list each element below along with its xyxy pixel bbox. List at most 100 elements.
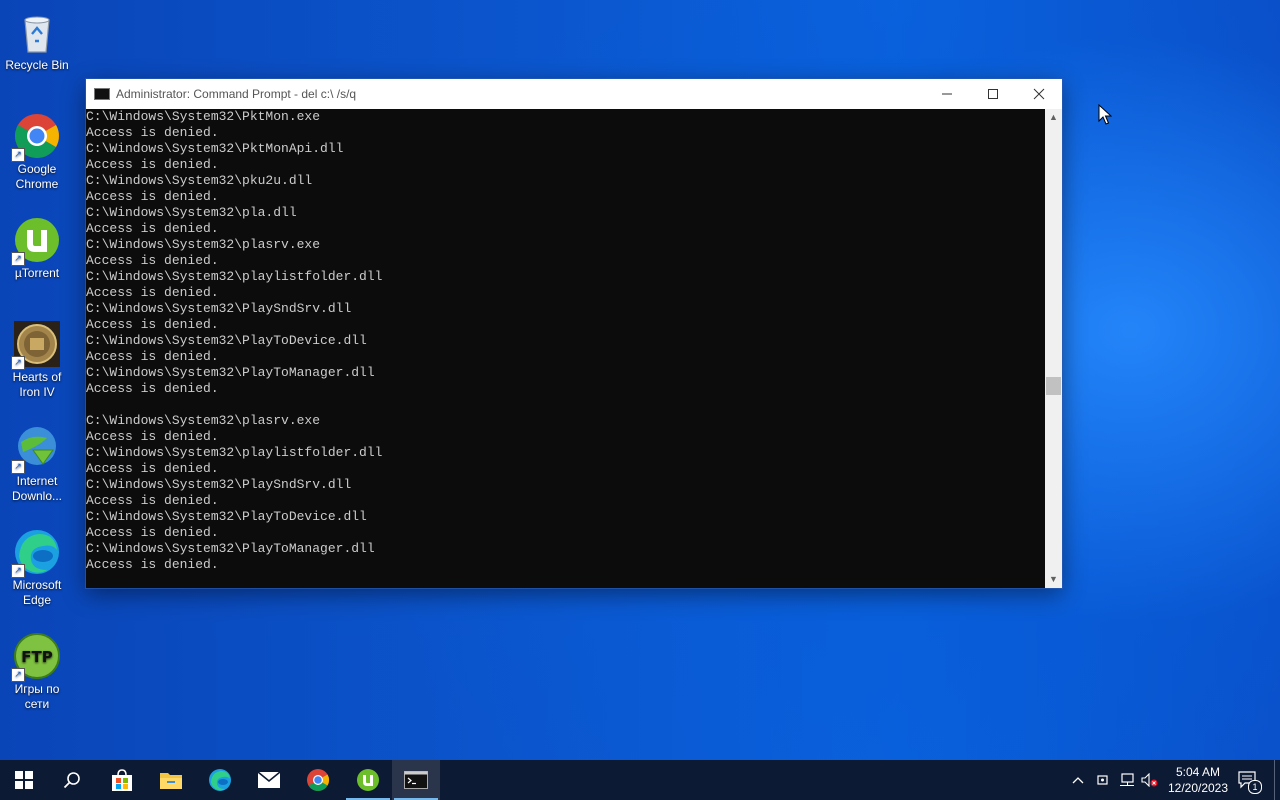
- search-button[interactable]: [48, 760, 96, 800]
- close-icon: [1033, 88, 1045, 100]
- utorrent-icon: [357, 769, 379, 791]
- console-line: C:\Windows\System32\PktMonApi.dll: [86, 141, 344, 156]
- console-line: C:\Windows\System32\plasrv.exe: [86, 413, 321, 428]
- edge-icon: ↗: [11, 528, 61, 578]
- google-chrome-shortcut[interactable]: ↗ Google Chrome: [2, 112, 72, 192]
- action-center-button[interactable]: 1: [1236, 760, 1262, 800]
- shortcut-arrow-icon: ↗: [11, 148, 25, 162]
- ftp-icon: FTP ↗: [11, 632, 61, 682]
- utorrent-shortcut[interactable]: ↗ µTorrent: [2, 216, 72, 281]
- scroll-up-arrow-icon[interactable]: ▲: [1045, 109, 1062, 126]
- taskbar-utorrent[interactable]: [344, 760, 392, 800]
- internet-download-manager-shortcut[interactable]: ↗ Internet Downlo...: [2, 424, 72, 504]
- shortcut-arrow-icon: ↗: [11, 564, 25, 578]
- minimize-button[interactable]: [924, 79, 970, 109]
- mail-icon: [257, 771, 281, 788]
- clock-time: 5:04 AM: [1175, 765, 1221, 779]
- taskbar-chrome[interactable]: [294, 760, 342, 800]
- taskbar-clock[interactable]: 5:04 AM 12/20/2023: [1160, 764, 1236, 796]
- maximize-icon: [988, 89, 998, 99]
- minimize-icon: [942, 93, 952, 95]
- file-explorer-icon: [160, 773, 182, 789]
- show-desktop-button[interactable]: [1274, 760, 1275, 800]
- close-button[interactable]: [1016, 79, 1062, 109]
- taskbar-edge[interactable]: [196, 760, 244, 800]
- hearts-of-iron-icon: ↗: [11, 320, 61, 370]
- console-text: C:\Windows\System32\PktMon.exe Access is …: [86, 109, 1045, 573]
- console-line: C:\Windows\System32\PlayToDevice.dll: [86, 509, 367, 524]
- console-line: Access is denied.: [86, 557, 219, 572]
- console-line: C:\Windows\System32\PlaySndSrv.dll: [86, 477, 352, 492]
- search-icon: [63, 772, 80, 789]
- vertical-scrollbar[interactable]: ▲ ▼: [1045, 109, 1062, 588]
- console-line: C:\Windows\System32\PlaySndSrv.dll: [86, 301, 352, 316]
- console-line: Access is denied.: [86, 429, 219, 444]
- clock-date: 12/20/2023: [1167, 781, 1229, 795]
- tray-volume[interactable]: [1140, 760, 1160, 800]
- scroll-down-arrow-icon[interactable]: ▼: [1045, 571, 1062, 588]
- taskbar: 5:04 AM 12/20/2023 1: [0, 760, 1280, 800]
- chevron-up-icon: [1072, 777, 1084, 784]
- hearts-of-iron-shortcut[interactable]: ↗ Hearts of Iron IV: [2, 320, 72, 400]
- taskbar-command-prompt[interactable]: [392, 760, 440, 800]
- console-line: C:\Windows\System32\PktMon.exe: [86, 109, 321, 124]
- network-games-shortcut[interactable]: FTP ↗ Игры по сети: [2, 632, 72, 712]
- scrollbar-thumb[interactable]: [1046, 377, 1061, 395]
- microsoft-edge-shortcut[interactable]: ↗ Microsoft Edge: [2, 528, 72, 608]
- recycle-bin-shortcut[interactable]: Recycle Bin: [2, 8, 72, 73]
- start-icon: [15, 771, 33, 789]
- desktop-icon-label: Google Chrome: [15, 162, 59, 191]
- console-line: Access is denied.: [86, 125, 219, 140]
- desktop-icon-label: Internet Downlo...: [11, 474, 63, 503]
- console-line: C:\Windows\System32\PlayToManager.dll: [86, 541, 375, 556]
- command-prompt-window[interactable]: Administrator: Command Prompt - del c:\ …: [86, 79, 1062, 588]
- console-line: C:\Windows\System32\PlayToDevice.dll: [86, 333, 367, 348]
- chrome-icon: ↗: [11, 112, 61, 162]
- console-line: Access is denied.: [86, 525, 219, 540]
- window-title: Administrator: Command Prompt - del c:\ …: [116, 87, 357, 101]
- console-output[interactable]: C:\Windows\System32\PktMon.exe Access is …: [86, 109, 1045, 588]
- chrome-icon: [307, 769, 329, 791]
- recycle-bin-icon: [13, 8, 61, 56]
- taskbar-file-explorer[interactable]: [147, 760, 195, 800]
- shortcut-arrow-icon: ↗: [11, 356, 25, 370]
- edge-icon: [209, 769, 231, 791]
- notification-count-badge: 1: [1248, 780, 1262, 794]
- console-line: Access is denied.: [86, 253, 219, 268]
- network-icon: [1120, 773, 1134, 786]
- start-button[interactable]: [0, 760, 48, 800]
- console-line: Access is denied.: [86, 285, 219, 300]
- console-line: Access is denied.: [86, 493, 219, 508]
- maximize-button[interactable]: [970, 79, 1016, 109]
- utorrent-icon: ↗: [11, 216, 61, 266]
- taskbar-mail[interactable]: [245, 760, 293, 800]
- tray-show-hidden-icons[interactable]: [1068, 760, 1088, 800]
- internet-download-manager-icon: ↗: [11, 424, 61, 474]
- command-prompt-icon: [404, 771, 428, 789]
- tray-meet-now[interactable]: [1093, 760, 1113, 800]
- console-app-icon: [94, 88, 110, 100]
- window-titlebar[interactable]: Administrator: Command Prompt - del c:\ …: [86, 79, 1062, 109]
- mouse-cursor-icon: [1098, 103, 1113, 131]
- store-icon: [112, 769, 132, 791]
- console-line: Access is denied.: [86, 381, 219, 396]
- taskbar-store[interactable]: [98, 760, 146, 800]
- svg-text:FTP: FTP: [21, 648, 52, 666]
- meet-now-icon: [1097, 775, 1108, 785]
- console-line: C:\Windows\System32\playlistfolder.dll: [86, 269, 383, 284]
- window-controls: [924, 79, 1062, 109]
- console-line: C:\Windows\System32\pla.dll: [86, 205, 297, 220]
- desktop-icon-label: Hearts of Iron IV: [12, 370, 62, 399]
- desktop-icon-label: Игры по сети: [14, 682, 60, 711]
- desktop-icon-label: Microsoft Edge: [12, 578, 62, 607]
- console-line: C:\Windows\System32\plasrv.exe: [86, 237, 321, 252]
- shortcut-arrow-icon: ↗: [11, 668, 25, 682]
- console-line: Access is denied.: [86, 349, 219, 364]
- console-line: Access is denied.: [86, 461, 219, 476]
- tray-network[interactable]: [1117, 760, 1137, 800]
- volume-muted-icon: [1141, 773, 1158, 787]
- shortcut-arrow-icon: ↗: [11, 252, 25, 266]
- desktop-icon-label: µTorrent: [14, 266, 60, 280]
- console-line: Access is denied.: [86, 221, 219, 236]
